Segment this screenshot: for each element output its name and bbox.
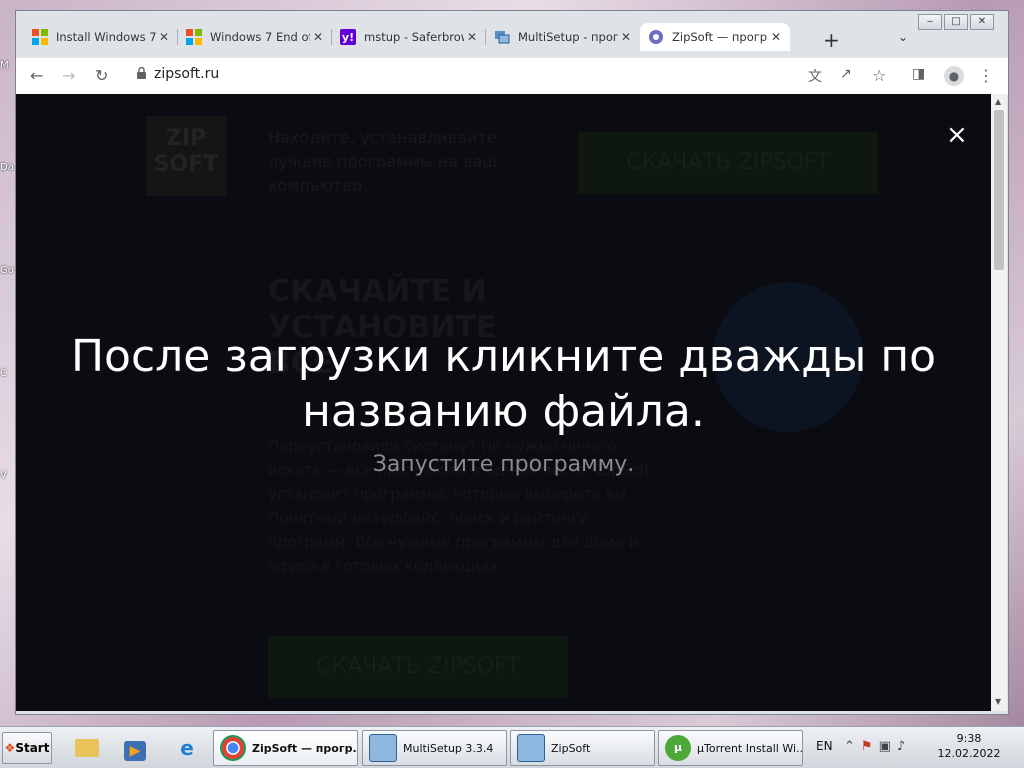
- media-player-icon[interactable]: ▶: [120, 734, 150, 762]
- tab-multisetup[interactable]: MultiSetup - прогр ✕: [486, 23, 640, 51]
- site-tagline: Находите, устанавливайте лучшие программ…: [268, 128, 497, 195]
- windows-logo-icon: ❖: [4, 741, 16, 755]
- clock-time: 9:38: [956, 732, 982, 745]
- start-button[interactable]: ❖Start: [2, 732, 52, 764]
- show-hidden-icons-icon[interactable]: ⌃: [844, 739, 861, 754]
- explorer-icon[interactable]: [72, 734, 102, 762]
- windows-logo-icon: [186, 29, 202, 45]
- close-tab-icon[interactable]: ✕: [768, 30, 784, 44]
- chrome-icon: [220, 735, 246, 761]
- desktop-label: V: [0, 470, 7, 481]
- tab-search-icon[interactable]: ⌄: [898, 30, 908, 44]
- taskbar-button-zipsoft[interactable]: ZipSoft: [510, 730, 655, 766]
- lock-icon[interactable]: [136, 67, 147, 79]
- system-clock[interactable]: 9:38 12.02.2022: [936, 731, 1002, 761]
- tab-title: mstup - Saferbrow: [364, 30, 464, 44]
- tab-title: Install Windows 7: [56, 30, 156, 44]
- desktop-label: Go: [0, 265, 14, 276]
- system-tray: ⌃⚑▣♪: [844, 739, 911, 754]
- forward-arrow-icon[interactable]: →: [62, 66, 75, 85]
- start-label: Start: [15, 741, 50, 755]
- overlay-title: После загрузки кликните дважды по назван…: [70, 331, 937, 437]
- browser-toolbar: ← → ↻ zipsoft.ru 文 ↗ ☆ ◨ ● ⋮: [16, 58, 1008, 94]
- multisetup-icon: [495, 31, 510, 44]
- address-bar[interactable]: zipsoft.ru: [154, 66, 219, 82]
- bookmark-star-icon[interactable]: ☆: [872, 66, 886, 85]
- download-button-top[interactable]: СКАЧАТЬ ZIPSOFT: [578, 132, 878, 194]
- yahoo-icon: y!: [340, 29, 356, 45]
- vertical-scrollbar[interactable]: ▲ ▼: [991, 94, 1007, 711]
- internet-explorer-icon[interactable]: e: [172, 734, 202, 762]
- close-tab-icon[interactable]: ✕: [156, 30, 172, 44]
- multisetup-icon: [369, 734, 397, 762]
- tab-title: MultiSetup - прогр: [518, 30, 618, 44]
- scroll-up-icon[interactable]: ▲: [995, 97, 1001, 106]
- taskbar-button-label: MultiSetup 3.3.4: [403, 741, 494, 755]
- overlay-close-icon[interactable]: ×: [946, 122, 968, 148]
- svg-text:y!: y!: [342, 31, 354, 44]
- taskbar-button-label: µTorrent Install Wi...: [697, 741, 803, 755]
- zipsoft-icon: [649, 30, 663, 44]
- tab-strip: Install Windows 7 ✕ Windows 7 End of ✕ y…: [18, 18, 1008, 52]
- close-tab-icon[interactable]: ✕: [464, 30, 480, 44]
- network-icon[interactable]: ▣: [879, 739, 897, 754]
- overlay-subtitle: Запустите программу.: [372, 452, 635, 477]
- language-indicator[interactable]: EN: [816, 739, 833, 753]
- utorrent-icon: µ: [665, 735, 691, 761]
- tab-zipsoft[interactable]: ZipSoft — програ ✕: [640, 23, 790, 51]
- tab-title: ZipSoft — програ: [672, 30, 768, 44]
- reload-icon[interactable]: ↻: [95, 66, 108, 85]
- tab-mstup[interactable]: y! mstup - Saferbrow ✕: [332, 23, 486, 51]
- close-tab-icon[interactable]: ✕: [310, 30, 326, 44]
- action-center-icon[interactable]: ⚑: [861, 739, 879, 754]
- new-tab-button[interactable]: +: [823, 28, 840, 52]
- download-button-bottom[interactable]: СКАЧАТЬ ZIPSOFT: [268, 636, 568, 698]
- clock-date: 12.02.2022: [937, 747, 1001, 760]
- tab-windows7-end[interactable]: Windows 7 End of ✕: [178, 23, 332, 51]
- site-logo[interactable]: ZIP SOFT: [146, 116, 226, 196]
- menu-kebab-icon[interactable]: ⋮: [978, 66, 994, 85]
- desktop-label: C: [0, 368, 7, 379]
- tab-install-windows[interactable]: Install Windows 7 ✕: [24, 23, 178, 51]
- volume-icon[interactable]: ♪: [897, 739, 911, 754]
- back-arrow-icon[interactable]: ←: [30, 66, 43, 85]
- share-icon[interactable]: ↗: [840, 66, 852, 82]
- taskbar-button-label: ZipSoft: [551, 741, 591, 755]
- translate-icon[interactable]: 文: [808, 66, 822, 86]
- close-tab-icon[interactable]: ✕: [618, 30, 634, 44]
- desktop-label: Da: [0, 162, 14, 173]
- desktop-label: M: [0, 60, 9, 71]
- zipsoft-setup-icon: [517, 734, 545, 762]
- taskbar: ❖Start ▶ e ZipSoft — прогр... MultiSetup…: [0, 726, 1024, 768]
- taskbar-button-label: ZipSoft — прогр...: [252, 741, 358, 755]
- taskbar-button-zipsoft-chrome[interactable]: ZipSoft — прогр...: [213, 730, 358, 766]
- web-page: ZIP SOFT Находите, устанавливайте лучшие…: [16, 94, 991, 711]
- scrollbar-thumb[interactable]: [994, 110, 1004, 270]
- tab-title: Windows 7 End of: [210, 30, 310, 44]
- taskbar-button-multisetup[interactable]: MultiSetup 3.3.4: [362, 730, 507, 766]
- side-panel-icon[interactable]: ◨: [912, 66, 925, 82]
- taskbar-button-utorrent[interactable]: µ µTorrent Install Wi...: [658, 730, 803, 766]
- windows-logo-icon: [32, 29, 48, 45]
- scroll-down-icon[interactable]: ▼: [995, 697, 1001, 706]
- profile-avatar-icon[interactable]: ●: [944, 66, 964, 86]
